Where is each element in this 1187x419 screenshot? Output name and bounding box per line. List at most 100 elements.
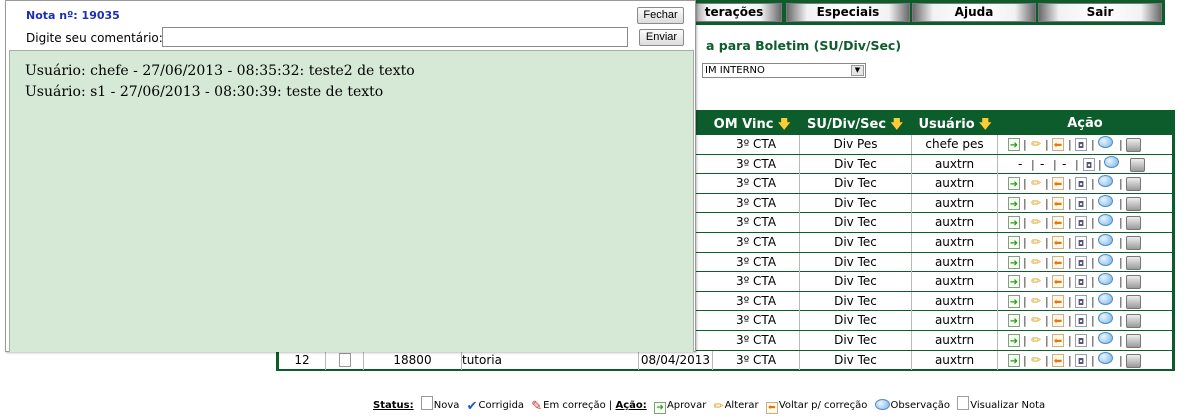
category-select[interactable]: IM INTERNO ▼ <box>702 63 866 78</box>
action-separator: | <box>1023 216 1027 230</box>
pencil-icon[interactable]: ✏ <box>1030 196 1042 210</box>
printer-icon[interactable] <box>1126 294 1141 309</box>
green-arrow-right-icon[interactable]: ➜ <box>1008 275 1020 289</box>
action-separator: | <box>1119 196 1123 210</box>
green-arrow-right-icon[interactable]: ➜ <box>1008 216 1020 230</box>
magnifier-document-icon[interactable]: ◘ <box>1075 138 1087 151</box>
green-arrow-right-icon[interactable]: ➜ <box>1008 255 1020 269</box>
magnifier-document-icon[interactable]: ◘ <box>1075 353 1087 367</box>
magnifier-document-icon[interactable]: ◘ <box>1075 314 1087 328</box>
speech-bubble-icon[interactable] <box>1098 312 1113 325</box>
menu-sair[interactable]: Sair <box>1038 3 1162 22</box>
red-pen-icon: ✎ <box>531 399 543 414</box>
orange-arrow-left-icon[interactable]: ⬅ <box>1052 236 1064 249</box>
cell-usuario: auxtrn <box>912 252 998 272</box>
speech-bubble-icon[interactable] <box>1098 234 1113 246</box>
green-arrow-right-icon[interactable]: ➜ <box>1008 294 1020 308</box>
orange-arrow-left-icon[interactable]: ⬅ <box>1052 255 1064 269</box>
printer-icon[interactable] <box>1126 314 1141 329</box>
speech-bubble-icon[interactable] <box>1098 253 1113 266</box>
green-arrow-right-icon[interactable]: ➜ <box>1008 236 1020 249</box>
sort-arrow-icon[interactable]: 🡇 <box>778 117 790 131</box>
printer-icon[interactable] <box>1126 196 1141 211</box>
pencil-icon[interactable]: ✏ <box>1030 138 1042 151</box>
close-button[interactable]: Fechar <box>637 7 684 24</box>
speech-bubble-icon[interactable] <box>1098 136 1113 148</box>
cell-data: 08/04/2013 <box>639 350 713 370</box>
pencil-icon[interactable]: ✏ <box>1030 177 1042 190</box>
sort-arrow-icon[interactable]: 🡇 <box>891 117 903 131</box>
speech-bubble-icon[interactable] <box>1098 351 1113 364</box>
pencil-icon[interactable]: ✏ <box>1030 353 1042 367</box>
pencil-icon[interactable]: ✏ <box>1030 255 1042 269</box>
cell-usuario: auxtrn <box>912 291 998 311</box>
green-arrow-right-icon[interactable]: ➜ <box>1008 196 1020 210</box>
speech-bubble-icon[interactable] <box>1098 214 1113 227</box>
send-button[interactable]: Enviar <box>639 29 684 46</box>
orange-arrow-left-icon[interactable]: ⬅ <box>1052 177 1064 191</box>
pencil-icon[interactable]: ✏ <box>1030 314 1042 327</box>
orange-arrow-left-icon[interactable]: ⬅ <box>1052 216 1064 230</box>
magnifier-document-icon[interactable]: ◘ <box>1075 294 1087 308</box>
orange-arrow-left-icon[interactable]: ⬅ <box>1052 138 1064 151</box>
orange-arrow-left-icon[interactable]: ⬅ <box>1052 196 1064 210</box>
green-arrow-right-icon[interactable]: ➜ <box>1008 314 1020 328</box>
menu-alteracoes[interactable]: terações <box>686 3 782 22</box>
orange-arrow-left-icon[interactable]: ⬅ <box>1052 275 1064 289</box>
printer-icon[interactable] <box>1126 275 1141 290</box>
speech-bubble-icon[interactable] <box>1098 332 1113 344</box>
magnifier-document-icon[interactable]: ◘ <box>1075 177 1087 191</box>
speech-bubble-icon[interactable] <box>1098 273 1113 286</box>
magnifier-document-icon[interactable]: ◘ <box>1075 334 1087 347</box>
magnifier-document-icon[interactable]: ◘ <box>1075 275 1087 289</box>
cell-usuario: auxtrn <box>912 350 998 370</box>
printer-icon[interactable] <box>1126 216 1141 231</box>
pencil-icon[interactable]: ✏ <box>1030 294 1042 308</box>
speech-bubble-icon[interactable] <box>1098 175 1113 188</box>
magnifier-document-icon[interactable]: ◘ <box>1075 236 1087 249</box>
column-header-om-vinc[interactable]: OM Vinc 🡇 <box>711 113 793 135</box>
printer-icon[interactable] <box>1126 138 1141 152</box>
sort-arrow-icon[interactable]: 🡇 <box>979 117 991 131</box>
orange-arrow-left-icon[interactable]: ⬅ <box>1052 294 1064 308</box>
menu-ajuda[interactable]: Ajuda <box>912 3 1036 22</box>
printer-icon[interactable] <box>1126 353 1141 368</box>
printer-icon[interactable] <box>1126 177 1141 192</box>
pencil-icon[interactable]: ✏ <box>1030 275 1042 288</box>
chevron-down-icon[interactable]: ▼ <box>851 65 864 76</box>
cell-om-vinc: 3º CTA <box>713 272 800 292</box>
action-separator: | <box>1119 255 1123 269</box>
magnifier-document-icon[interactable]: ◘ <box>1075 255 1087 269</box>
green-arrow-right-icon[interactable]: ➜ <box>1008 177 1020 191</box>
orange-arrow-left-icon[interactable]: ⬅ <box>1052 353 1064 367</box>
speech-bubble-icon[interactable] <box>1098 194 1113 207</box>
action-separator: | <box>1045 314 1049 328</box>
column-header-usuario[interactable]: Usuário 🡇 <box>912 113 998 135</box>
magnifier-document-icon[interactable]: ◘ <box>1083 157 1095 171</box>
pencil-icon[interactable]: ✏ <box>1030 334 1042 347</box>
green-arrow-right-icon[interactable]: ➜ <box>1008 138 1020 151</box>
printer-icon[interactable] <box>1126 334 1141 348</box>
cell-assunto: tutoria <box>462 350 639 370</box>
action-separator: | <box>1023 255 1027 269</box>
menu-especiais[interactable]: Especiais <box>786 3 910 22</box>
magnifier-document-icon[interactable]: ◘ <box>1075 216 1087 230</box>
cell-su-div-sec: Div Tec <box>800 311 912 331</box>
magnifier-document-icon[interactable]: ◘ <box>1075 196 1087 210</box>
orange-arrow-left-icon[interactable]: ⬅ <box>1052 334 1064 347</box>
printer-icon[interactable] <box>1130 157 1145 172</box>
column-header-su-div-sec[interactable]: SU/Div/Sec 🡇 <box>798 113 912 135</box>
page-title: a para Boletim (SU/Div/Sec) <box>706 38 902 53</box>
comment-input[interactable] <box>162 27 628 47</box>
green-arrow-right-icon[interactable]: ➜ <box>1008 334 1020 347</box>
green-arrow-right-icon[interactable]: ➜ <box>1008 353 1020 367</box>
printer-icon[interactable] <box>1126 255 1141 270</box>
pencil-icon[interactable]: ✏ <box>1030 216 1042 229</box>
printer-icon[interactable] <box>1126 236 1141 250</box>
orange-arrow-left-icon[interactable]: ⬅ <box>1052 314 1064 328</box>
speech-bubble-icon[interactable] <box>1104 155 1119 168</box>
cell-usuario: auxtrn <box>912 213 998 233</box>
legend-visualizar: Visualizar Nota <box>970 400 1046 411</box>
speech-bubble-icon[interactable] <box>1098 292 1113 305</box>
pencil-icon[interactable]: ✏ <box>1030 236 1042 249</box>
